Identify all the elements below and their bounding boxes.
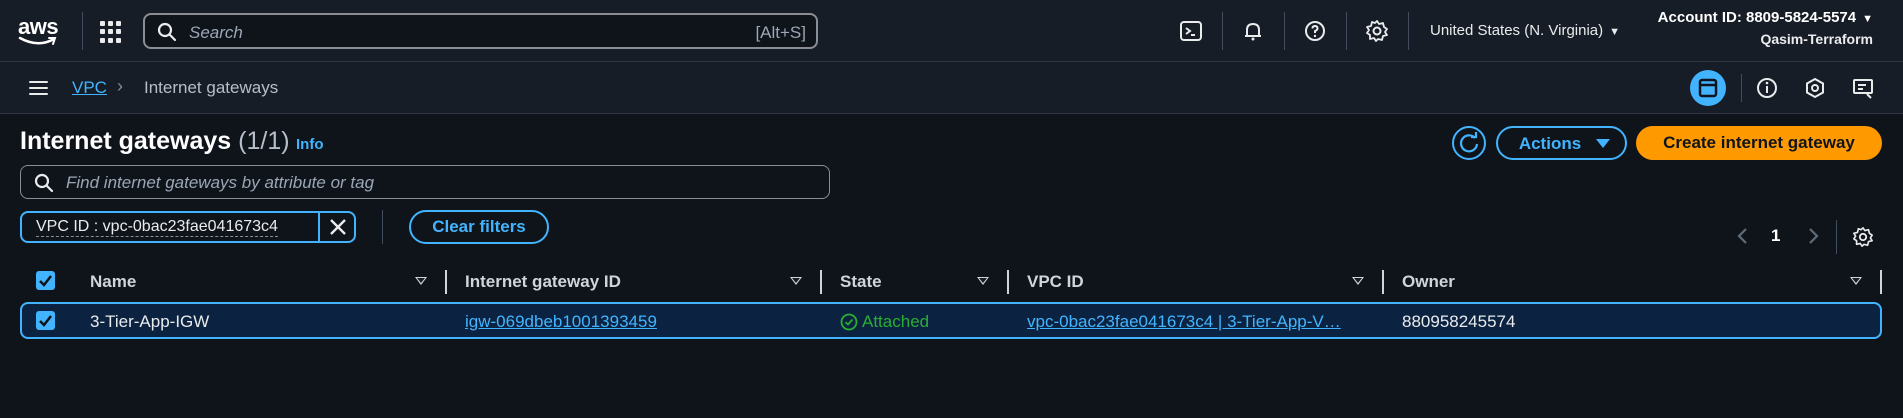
select-all-checkbox[interactable] <box>36 271 55 290</box>
global-search-input[interactable]: Search [Alt+S] <box>143 13 818 49</box>
hexagon-icon[interactable] <box>1797 70 1833 106</box>
search-shortcut: [Alt+S] <box>755 23 806 42</box>
column-resizer[interactable] <box>1880 270 1882 294</box>
cell-vpc-id-link[interactable]: vpc-0bac23fae041673c4 | 3-Tier-App-V… <box>1027 312 1341 332</box>
filter-token[interactable]: VPC ID : vpc-0bac23fae041673c4 <box>20 211 356 243</box>
close-icon[interactable] <box>328 217 348 237</box>
divider <box>1741 74 1742 102</box>
column-header-vpc-id[interactable]: VPC ID <box>1027 272 1084 292</box>
sort-icon[interactable] <box>790 277 802 285</box>
divider <box>1284 12 1285 50</box>
breadcrumb-bar: VPC › Internet gateways <box>0 62 1903 114</box>
divider <box>1408 12 1409 50</box>
info-icon[interactable] <box>1749 70 1785 106</box>
success-check-icon <box>840 313 858 331</box>
filter-placeholder: Find internet gateways by attribute or t… <box>66 173 375 192</box>
notifications-icon[interactable] <box>1241 19 1265 43</box>
breadcrumb-vpc-link[interactable]: VPC <box>72 78 107 98</box>
divider <box>82 12 83 50</box>
chevron-right-icon: › <box>117 76 123 96</box>
caret-down-icon <box>1596 139 1610 148</box>
column-header-igw-id[interactable]: Internet gateway ID <box>465 272 621 292</box>
create-internet-gateway-button[interactable]: Create internet gateway <box>1636 126 1882 160</box>
selection-count: (1/1) <box>238 127 290 155</box>
checkmark-icon <box>39 315 52 327</box>
column-resizer[interactable] <box>1007 270 1009 294</box>
cell-igw-id-link[interactable]: igw-069dbeb1001393459 <box>465 312 657 332</box>
top-navigation: aws Search [Alt+S] United States (N. Vir… <box>0 0 1903 62</box>
column-resizer[interactable] <box>820 270 822 294</box>
search-icon <box>34 173 54 193</box>
page-title: Internet gateways (1/1) <box>20 127 290 156</box>
divider <box>1346 12 1347 50</box>
divider <box>382 210 383 244</box>
panel-icon <box>1698 78 1718 98</box>
help-icon[interactable] <box>1303 19 1327 43</box>
aws-smile-icon <box>18 36 57 45</box>
cloudshell-icon[interactable] <box>1179 19 1203 43</box>
account-id: Account ID: 8809-5824-5574 <box>1657 9 1857 26</box>
search-icon <box>157 22 177 42</box>
cell-owner: 880958245574 <box>1402 312 1516 331</box>
table-header: Name Internet gateway ID State VPC ID Ow… <box>20 266 1882 296</box>
page-number[interactable]: 1 <box>1771 226 1780 246</box>
page-title-text: Internet gateways <box>20 127 232 155</box>
actions-dropdown[interactable]: Actions <box>1496 126 1627 160</box>
search-placeholder: Search <box>189 23 243 42</box>
checkmark-icon <box>39 275 52 287</box>
region-label: United States (N. Virginia) <box>1430 22 1604 39</box>
chevron-left-icon[interactable] <box>1735 226 1751 246</box>
layout-toggle-button[interactable] <box>1690 70 1726 106</box>
filter-token-label[interactable]: VPC ID : vpc-0bac23fae041673c4 <box>36 218 278 237</box>
feedback-icon[interactable] <box>1845 70 1881 106</box>
info-link[interactable]: Info <box>296 136 324 153</box>
chevron-right-icon[interactable] <box>1805 226 1821 246</box>
property-filter-input[interactable]: Find internet gateways by attribute or t… <box>20 165 830 199</box>
account-name: Qasim-Terraform <box>1760 31 1873 47</box>
sort-icon[interactable] <box>1352 277 1364 285</box>
divider <box>1836 220 1837 254</box>
cell-name: 3-Tier-App-IGW <box>90 312 210 331</box>
refresh-button[interactable] <box>1452 126 1486 160</box>
region-selector[interactable]: United States (N. Virginia) ▼ <box>1430 22 1620 39</box>
account-menu[interactable]: Account ID: 8809-5824-5574 ▼ Qasim-Terraf… <box>1658 9 1873 47</box>
menu-icon[interactable] <box>29 81 48 96</box>
sort-icon[interactable] <box>415 277 427 285</box>
breadcrumb-current: Internet gateways <box>144 78 279 97</box>
column-resizer[interactable] <box>445 270 447 294</box>
state-label: Attached <box>862 312 930 331</box>
table-settings-icon[interactable] <box>1852 226 1874 248</box>
caret-down-icon: ▼ <box>1862 13 1873 25</box>
divider <box>318 213 320 241</box>
services-menu-icon[interactable] <box>100 21 122 43</box>
sort-icon[interactable] <box>977 277 989 285</box>
cell-state: Attached <box>840 312 929 332</box>
row-checkbox[interactable] <box>36 311 55 330</box>
column-header-owner[interactable]: Owner <box>1402 272 1455 292</box>
column-header-state[interactable]: State <box>840 272 882 292</box>
column-header-name[interactable]: Name <box>90 272 136 292</box>
column-resizer[interactable] <box>1382 270 1384 294</box>
caret-down-icon: ▼ <box>1609 26 1621 38</box>
gear-icon[interactable] <box>1365 19 1389 43</box>
sort-icon[interactable] <box>1850 277 1862 285</box>
divider <box>1222 12 1223 50</box>
actions-label: Actions <box>1518 134 1582 153</box>
clear-filters-button[interactable]: Clear filters <box>409 210 549 244</box>
table-row[interactable]: 3-Tier-App-IGW igw-069dbeb1001393459 Att… <box>20 302 1882 339</box>
refresh-icon <box>1459 132 1479 153</box>
aws-logo[interactable]: aws <box>18 14 64 48</box>
